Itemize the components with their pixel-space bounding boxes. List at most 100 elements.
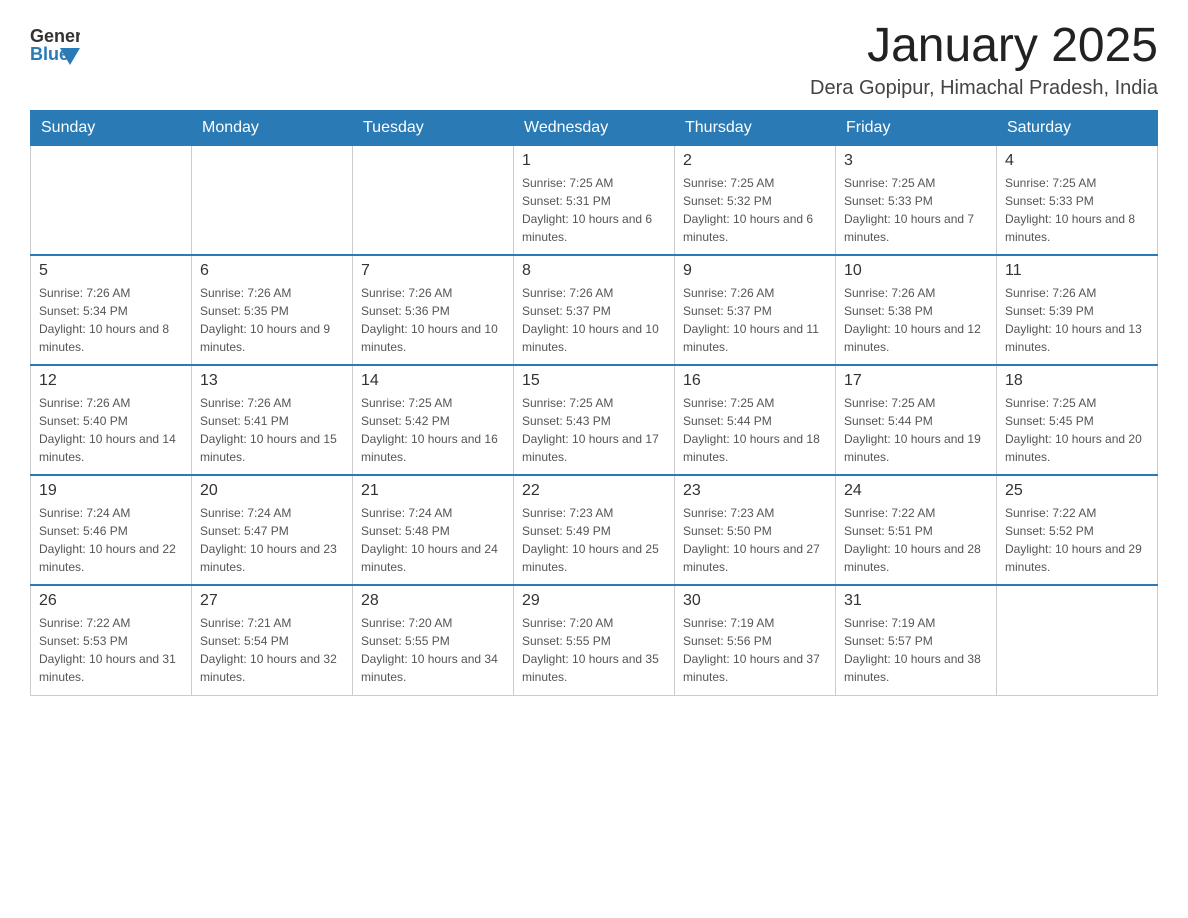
calendar-cell: 31Sunrise: 7:19 AM Sunset: 5:57 PM Dayli… <box>836 585 997 695</box>
day-info: Sunrise: 7:25 AM Sunset: 5:43 PM Dayligh… <box>522 394 666 466</box>
day-number: 1 <box>522 152 666 170</box>
day-number: 26 <box>39 592 183 610</box>
day-number: 20 <box>200 482 344 500</box>
calendar-cell: 3Sunrise: 7:25 AM Sunset: 5:33 PM Daylig… <box>836 145 997 255</box>
calendar-cell: 1 Sunrise: 7:25 AM Sunset: 5:31 PM Daylig… <box>514 145 675 255</box>
calendar-cell: 10 Sunrise: 7:26 AM Sunset: 5:38 PM Dayli… <box>836 255 997 365</box>
calendar-cell: 27Sunrise: 7:21 AM Sunset: 5:54 PM Dayli… <box>192 585 353 695</box>
day-number: 22 <box>522 482 666 500</box>
day-info: Sunrise: 7:24 AM Sunset: 5:48 PM Dayligh… <box>361 504 505 576</box>
calendar-cell: 14Sunrise: 7:25 AM Sunset: 5:42 PM Dayli… <box>353 365 514 475</box>
day-info: Sunrise: 7:25 AM Sunset: 5:32 PM Dayligh… <box>683 174 827 246</box>
calendar-cell: 21 Sunrise: 7:24 AM Sunset: 5:48 PM Dayli… <box>353 475 514 585</box>
title-section: January 2025 Dera Gopipur, Himachal Prad… <box>810 20 1158 100</box>
calendar-cell: 6 Sunrise: 7:26 AM Sunset: 5:35 PM Daylig… <box>192 255 353 365</box>
logo: General Blue <box>30 20 80 70</box>
day-number: 17 <box>844 372 988 390</box>
calendar-cell <box>353 145 514 255</box>
day-number: 18 <box>1005 372 1149 390</box>
location-subtitle: Dera Gopipur, Himachal Pradesh, India <box>810 77 1158 100</box>
day-info: Sunrise: 7:22 AM Sunset: 5:53 PM Dayligh… <box>39 614 183 686</box>
day-info: Sunrise: 7:25 AM Sunset: 5:42 PM Dayligh… <box>361 394 505 466</box>
calendar-cell: 13 Sunrise: 7:26 AM Sunset: 5:41 PM Dayli… <box>192 365 353 475</box>
calendar-cell: 25 Sunrise: 7:22 AM Sunset: 5:52 PM Dayli… <box>997 475 1158 585</box>
day-number: 6 <box>200 262 344 280</box>
day-info: Sunrise: 7:25 AM Sunset: 5:44 PM Dayligh… <box>844 394 988 466</box>
calendar-cell: 7 Sunrise: 7:26 AM Sunset: 5:36 PM Daylig… <box>353 255 514 365</box>
day-number: 11 <box>1005 262 1149 280</box>
day-number: 21 <box>361 482 505 500</box>
calendar-cell: 23 Sunrise: 7:23 AM Sunset: 5:50 PM Dayli… <box>675 475 836 585</box>
calendar-week-row: 1 Sunrise: 7:25 AM Sunset: 5:31 PM Daylig… <box>31 145 1158 255</box>
logo-graphic: General Blue <box>30 20 80 70</box>
day-info: Sunrise: 7:23 AM Sunset: 5:50 PM Dayligh… <box>683 504 827 576</box>
calendar-day-header: Tuesday <box>353 110 514 145</box>
day-info: Sunrise: 7:24 AM Sunset: 5:47 PM Dayligh… <box>200 504 344 576</box>
day-number: 16 <box>683 372 827 390</box>
day-number: 10 <box>844 262 988 280</box>
month-title: January 2025 <box>810 20 1158 73</box>
day-info: Sunrise: 7:26 AM Sunset: 5:34 PM Dayligh… <box>39 284 183 356</box>
day-info: Sunrise: 7:23 AM Sunset: 5:49 PM Dayligh… <box>522 504 666 576</box>
day-number: 13 <box>200 372 344 390</box>
day-info: Sunrise: 7:25 AM Sunset: 5:33 PM Dayligh… <box>844 174 988 246</box>
day-info: Sunrise: 7:25 AM Sunset: 5:31 PM Dayligh… <box>522 174 666 246</box>
day-number: 7 <box>361 262 505 280</box>
day-number: 12 <box>39 372 183 390</box>
svg-text:Blue: Blue <box>30 44 69 64</box>
calendar-cell: 19 Sunrise: 7:24 AM Sunset: 5:46 PM Dayli… <box>31 475 192 585</box>
calendar-cell <box>192 145 353 255</box>
day-info: Sunrise: 7:26 AM Sunset: 5:39 PM Dayligh… <box>1005 284 1149 356</box>
calendar-week-row: 5 Sunrise: 7:26 AM Sunset: 5:34 PM Daylig… <box>31 255 1158 365</box>
day-number: 28 <box>361 592 505 610</box>
day-info: Sunrise: 7:25 AM Sunset: 5:44 PM Dayligh… <box>683 394 827 466</box>
day-number: 4 <box>1005 152 1149 170</box>
calendar-day-header: Wednesday <box>514 110 675 145</box>
calendar-cell: 17 Sunrise: 7:25 AM Sunset: 5:44 PM Dayli… <box>836 365 997 475</box>
calendar-header-row: SundayMondayTuesdayWednesdayThursdayFrid… <box>31 110 1158 145</box>
calendar-cell: 11 Sunrise: 7:26 AM Sunset: 5:39 PM Dayli… <box>997 255 1158 365</box>
calendar-cell: 9Sunrise: 7:26 AM Sunset: 5:37 PM Daylig… <box>675 255 836 365</box>
day-info: Sunrise: 7:26 AM Sunset: 5:35 PM Dayligh… <box>200 284 344 356</box>
day-info: Sunrise: 7:19 AM Sunset: 5:57 PM Dayligh… <box>844 614 988 686</box>
day-info: Sunrise: 7:22 AM Sunset: 5:52 PM Dayligh… <box>1005 504 1149 576</box>
calendar-cell <box>31 145 192 255</box>
day-info: Sunrise: 7:26 AM Sunset: 5:36 PM Dayligh… <box>361 284 505 356</box>
calendar-day-header: Thursday <box>675 110 836 145</box>
calendar-cell: 18Sunrise: 7:25 AM Sunset: 5:45 PM Dayli… <box>997 365 1158 475</box>
day-number: 30 <box>683 592 827 610</box>
day-info: Sunrise: 7:20 AM Sunset: 5:55 PM Dayligh… <box>522 614 666 686</box>
day-info: Sunrise: 7:19 AM Sunset: 5:56 PM Dayligh… <box>683 614 827 686</box>
svg-text:General: General <box>30 26 80 46</box>
day-number: 27 <box>200 592 344 610</box>
calendar-cell: 20 Sunrise: 7:24 AM Sunset: 5:47 PM Dayli… <box>192 475 353 585</box>
day-number: 24 <box>844 482 988 500</box>
calendar-cell <box>997 585 1158 695</box>
calendar-week-row: 19 Sunrise: 7:24 AM Sunset: 5:46 PM Dayli… <box>31 475 1158 585</box>
day-number: 2 <box>683 152 827 170</box>
calendar-day-header: Saturday <box>997 110 1158 145</box>
calendar-cell: 8 Sunrise: 7:26 AM Sunset: 5:37 PM Daylig… <box>514 255 675 365</box>
day-info: Sunrise: 7:26 AM Sunset: 5:40 PM Dayligh… <box>39 394 183 466</box>
calendar-week-row: 12 Sunrise: 7:26 AM Sunset: 5:40 PM Dayli… <box>31 365 1158 475</box>
day-number: 5 <box>39 262 183 280</box>
calendar-day-header: Monday <box>192 110 353 145</box>
calendar-cell: 4Sunrise: 7:25 AM Sunset: 5:33 PM Daylig… <box>997 145 1158 255</box>
day-info: Sunrise: 7:26 AM Sunset: 5:41 PM Dayligh… <box>200 394 344 466</box>
day-number: 23 <box>683 482 827 500</box>
day-number: 8 <box>522 262 666 280</box>
page-header: General Blue January 2025 Dera Gopipur, … <box>30 20 1158 100</box>
calendar-cell: 28Sunrise: 7:20 AM Sunset: 5:55 PM Dayli… <box>353 585 514 695</box>
calendar-cell: 2 Sunrise: 7:25 AM Sunset: 5:32 PM Daylig… <box>675 145 836 255</box>
calendar-week-row: 26 Sunrise: 7:22 AM Sunset: 5:53 PM Dayli… <box>31 585 1158 695</box>
day-info: Sunrise: 7:26 AM Sunset: 5:38 PM Dayligh… <box>844 284 988 356</box>
calendar-day-header: Friday <box>836 110 997 145</box>
calendar-cell: 12 Sunrise: 7:26 AM Sunset: 5:40 PM Dayli… <box>31 365 192 475</box>
calendar-cell: 16 Sunrise: 7:25 AM Sunset: 5:44 PM Dayli… <box>675 365 836 475</box>
day-info: Sunrise: 7:26 AM Sunset: 5:37 PM Dayligh… <box>522 284 666 356</box>
day-number: 25 <box>1005 482 1149 500</box>
calendar-cell: 26 Sunrise: 7:22 AM Sunset: 5:53 PM Dayli… <box>31 585 192 695</box>
calendar-cell: 22 Sunrise: 7:23 AM Sunset: 5:49 PM Dayli… <box>514 475 675 585</box>
day-number: 19 <box>39 482 183 500</box>
day-info: Sunrise: 7:24 AM Sunset: 5:46 PM Dayligh… <box>39 504 183 576</box>
